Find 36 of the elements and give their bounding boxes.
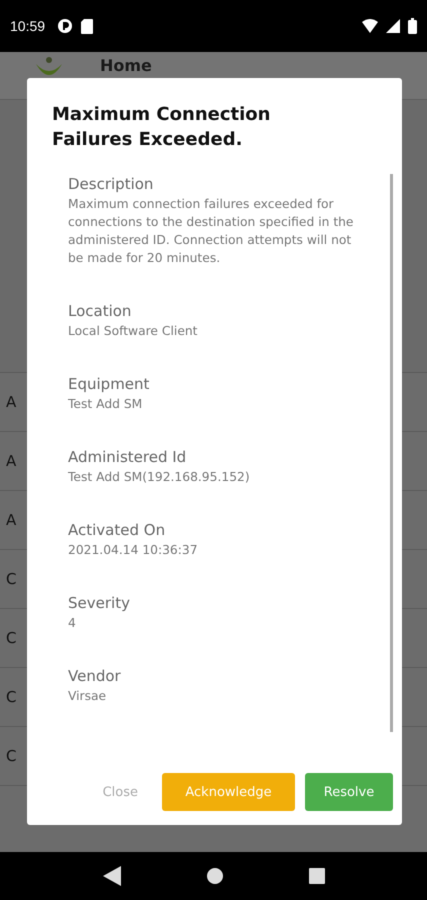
wifi-icon — [362, 19, 378, 33]
signal-icon — [386, 19, 400, 33]
clock-time: 10:59 — [10, 18, 46, 34]
dialog-button[interactable]: Resolve — [305, 773, 393, 811]
field-label: Equipment — [68, 374, 150, 394]
list-item-text: C — [6, 629, 16, 647]
field-label: Location — [68, 301, 132, 321]
field-value: 4 — [68, 615, 77, 632]
field-value: Test Add SM(192.168.95.152) — [68, 469, 251, 486]
dialog-button[interactable]: Close — [88, 773, 152, 811]
field-value: Virsae — [68, 688, 108, 705]
field-value: Test Add SM — [68, 396, 144, 413]
field-label: Activated On — [68, 520, 166, 540]
battery-icon — [408, 18, 417, 34]
page-title: Home — [100, 57, 152, 75]
field-label: Severity — [68, 593, 131, 613]
field-value: Maximum connection failures exceeded for connections to the destination specified in the administered ID. Connection attempts will not be made for 20 minutes. — [68, 196, 355, 267]
field-label: Description — [68, 174, 154, 194]
scroll-bar[interactable] — [390, 174, 393, 732]
back-icon[interactable] — [102, 866, 120, 886]
dialog-title: Maximum Connection Failures Exceeded. — [52, 103, 272, 152]
field-value: 2021.04.14 10:36:37 — [68, 542, 199, 559]
circle-icon — [57, 18, 74, 34]
dialog-button[interactable]: Acknowledge — [162, 773, 295, 811]
list-item-text: C — [6, 688, 16, 706]
field-label: Vendor — [68, 666, 122, 686]
list-item-text: A — [6, 452, 16, 470]
field-label: Administered Id — [68, 447, 188, 467]
field-value: Local Software Client — [68, 323, 198, 340]
sd-card-icon — [81, 18, 94, 34]
list-item-text: C — [6, 747, 16, 765]
list-item-text: C — [6, 570, 16, 588]
list-item-text: A — [6, 393, 16, 411]
recents-icon[interactable] — [308, 868, 324, 884]
home-icon[interactable] — [206, 867, 224, 885]
list-item-text: A — [6, 511, 16, 529]
